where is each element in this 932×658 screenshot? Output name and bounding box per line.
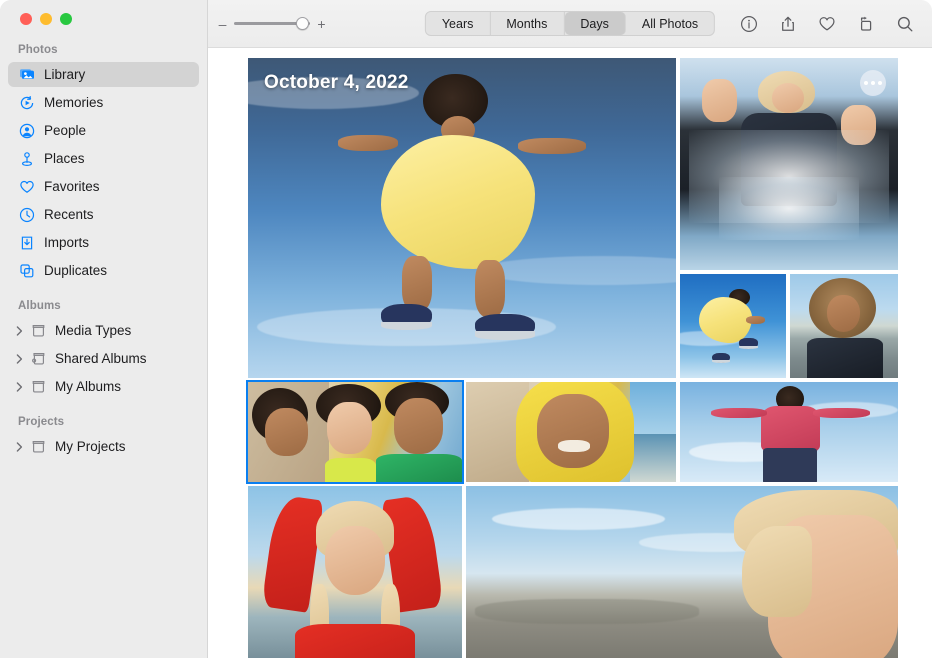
ellipsis-dot	[864, 81, 868, 85]
photo-thumbnail-splash[interactable]	[680, 58, 898, 270]
photo-image	[680, 274, 786, 378]
photo-image	[466, 382, 676, 482]
sidebar-item-imports[interactable]: Imports	[8, 230, 199, 255]
toolbar-actions	[739, 14, 918, 33]
zoom-out-button[interactable]: –	[218, 17, 227, 31]
memories-icon	[18, 94, 36, 112]
sidebar-item-my-projects[interactable]: My Projects	[8, 434, 199, 459]
zoom-slider-knob[interactable]	[296, 17, 309, 30]
photo-thumbnail-hero[interactable]: October 4, 2022	[248, 58, 676, 378]
sidebar-item-shared-albums[interactable]: Shared Albums	[8, 346, 199, 371]
clock-icon	[18, 206, 36, 224]
sidebar-item-memories[interactable]: Memories	[8, 90, 199, 115]
import-icon	[18, 234, 36, 252]
sidebar-item-label: Places	[44, 151, 85, 166]
sidebar-section-header-projects: Projects	[0, 416, 207, 434]
sidebar: Photos Library	[0, 0, 208, 658]
people-icon	[18, 122, 36, 140]
photo-image	[248, 486, 462, 658]
sidebar-item-label: My Projects	[55, 439, 126, 454]
sidebar-section-header-photos: Photos	[0, 44, 207, 62]
sidebar-item-label: Recents	[44, 207, 94, 222]
photo-thumbnail-pink-arms[interactable]	[680, 382, 898, 482]
sidebar-item-duplicates[interactable]: Duplicates	[8, 258, 199, 283]
chevron-right-icon[interactable]	[14, 326, 25, 336]
search-icon[interactable]	[895, 14, 914, 33]
sidebar-scroll-area[interactable]: Photos Library	[0, 22, 207, 658]
photo-grid-scroll-area[interactable]: October 4, 2022	[208, 48, 932, 658]
view-mode-segmented-control[interactable]: Years Months Days All Photos	[425, 11, 715, 36]
toolbar: – + Years Months Days All Photos	[208, 0, 932, 48]
folder-icon	[29, 322, 47, 340]
photo-thumbnail-yellow-jump[interactable]	[680, 274, 786, 378]
sidebar-item-label: Duplicates	[44, 263, 107, 278]
photo-thumbnail-red-sleeves[interactable]	[248, 486, 462, 658]
ellipsis-dot	[871, 81, 875, 85]
ellipsis-dot	[878, 81, 882, 85]
chevron-right-icon[interactable]	[14, 382, 25, 392]
sidebar-section-header-albums: Albums	[0, 300, 207, 318]
sidebar-item-label: Library	[44, 67, 85, 82]
sidebar-item-places[interactable]: Places	[8, 146, 199, 171]
sidebar-item-my-albums[interactable]: My Albums	[8, 374, 199, 399]
tab-all-photos[interactable]: All Photos	[626, 12, 714, 35]
photo-image	[790, 274, 898, 378]
window-controls	[0, 0, 207, 22]
sidebar-item-label: Memories	[44, 95, 103, 110]
sidebar-item-label: My Albums	[55, 379, 121, 394]
sidebar-item-label: People	[44, 123, 86, 138]
photo-grid: October 4, 2022	[248, 58, 898, 658]
library-icon	[18, 66, 36, 84]
photo-thumbnail-trio-selfie[interactable]	[248, 382, 462, 482]
photo-image	[248, 58, 676, 378]
photo-image	[248, 382, 462, 482]
places-icon	[18, 150, 36, 168]
sidebar-item-media-types[interactable]: Media Types	[8, 318, 199, 343]
sidebar-item-favorites[interactable]: Favorites	[8, 174, 199, 199]
zoom-slider-group[interactable]: – +	[218, 17, 326, 31]
sidebar-item-label: Favorites	[44, 179, 100, 194]
sidebar-item-people[interactable]: People	[8, 118, 199, 143]
share-icon[interactable]	[778, 14, 797, 33]
sidebar-item-label: Shared Albums	[55, 351, 147, 366]
info-icon[interactable]	[739, 14, 758, 33]
chevron-right-icon[interactable]	[14, 354, 25, 364]
heart-icon	[18, 178, 36, 196]
date-header: October 4, 2022	[264, 72, 409, 94]
sidebar-item-label: Media Types	[55, 323, 131, 338]
tab-days[interactable]: Days	[564, 12, 625, 35]
folder-icon	[29, 438, 47, 456]
chevron-right-icon[interactable]	[14, 442, 25, 452]
more-options-button[interactable]	[860, 70, 886, 96]
main-area: – + Years Months Days All Photos	[208, 0, 932, 658]
zoom-slider[interactable]	[234, 17, 310, 31]
sidebar-item-recents[interactable]: Recents	[8, 202, 199, 227]
sidebar-item-library[interactable]: Library	[8, 62, 199, 87]
tab-months[interactable]: Months	[490, 12, 564, 35]
favorite-heart-icon[interactable]	[817, 14, 836, 33]
folder-icon	[29, 378, 47, 396]
rotate-icon[interactable]	[856, 14, 875, 33]
sidebar-item-label: Imports	[44, 235, 89, 250]
photo-thumbnail-beach-portrait[interactable]	[466, 486, 898, 658]
photo-thumbnail-yellow-hood[interactable]	[466, 382, 676, 482]
duplicates-icon	[18, 262, 36, 280]
photos-window: Photos Library	[0, 0, 932, 658]
photo-thumbnail-curly-portrait[interactable]	[790, 274, 898, 378]
tab-years[interactable]: Years	[426, 12, 491, 35]
photo-image	[466, 486, 898, 658]
zoom-in-button[interactable]: +	[317, 17, 326, 31]
photo-image	[680, 382, 898, 482]
shared-folder-icon	[29, 350, 47, 368]
